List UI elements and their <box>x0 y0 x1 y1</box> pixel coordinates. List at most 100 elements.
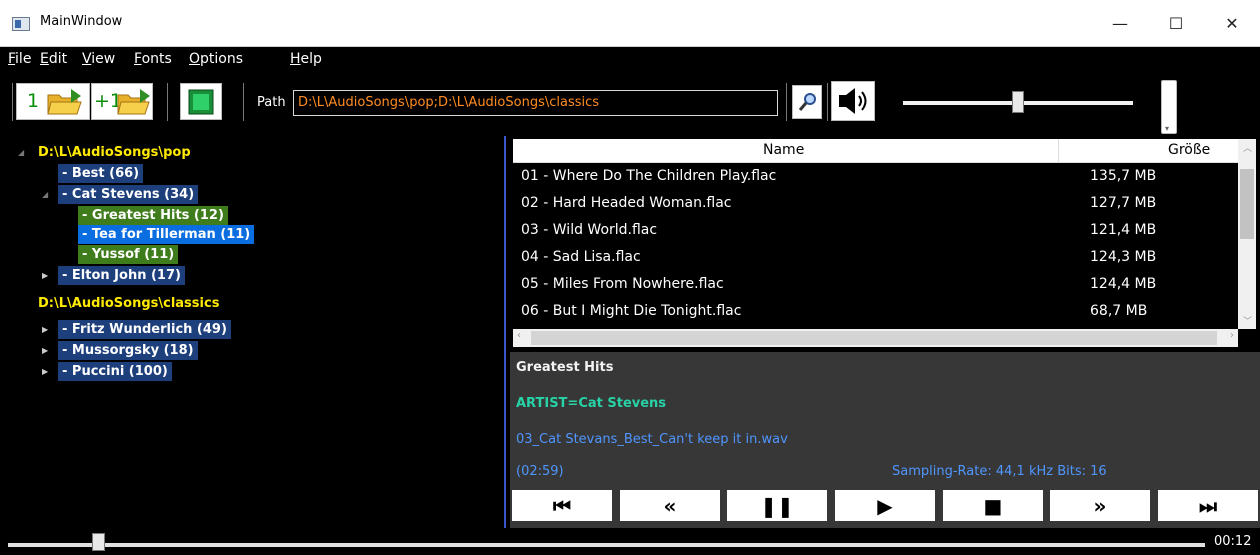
vertical-scrollbar[interactable]: ︿ ﹀ <box>1238 139 1256 329</box>
collapse-arrow-icon[interactable]: ◢ <box>18 148 24 157</box>
maximize-button[interactable]: ☐ <box>1148 0 1204 47</box>
minimize-button[interactable]: — <box>1092 0 1148 47</box>
search-button[interactable] <box>792 85 822 119</box>
chevron-down-icon: ﹀ <box>1243 317 1253 327</box>
tree-root-folder[interactable]: D:\L\AudioSongs\classics <box>34 294 224 313</box>
folder-add-icon <box>117 89 150 115</box>
tree-item[interactable]: - Elton John (17) <box>58 266 185 285</box>
volume-button[interactable] <box>831 81 875 121</box>
folder-open-icon <box>47 89 82 115</box>
expand-arrow-icon[interactable]: ▶ <box>42 325 48 334</box>
expand-arrow-icon[interactable]: ▶ <box>42 367 48 376</box>
tree-item[interactable]: - Greatest Hits (12) <box>78 206 228 225</box>
file-name: 02 - Hard Headed Woman.flac <box>521 195 732 211</box>
toolbar-separator <box>167 83 168 121</box>
position-slider-thumb[interactable] <box>91 533 105 551</box>
chevron-right-icon: › <box>1230 330 1234 341</box>
horizontal-scroll-thumb[interactable] <box>531 331 1217 345</box>
stop-square-button[interactable] <box>180 83 222 120</box>
tree-root-folder[interactable]: D:\L\AudioSongs\pop <box>34 143 195 162</box>
horizontal-scrollbar[interactable]: ‹ › <box>513 329 1238 347</box>
file-list[interactable]: Name Größe 01 - Where Do The Children Pl… <box>513 139 1256 350</box>
volume-slider-thumb[interactable] <box>1012 91 1024 113</box>
speaker-icon <box>839 88 867 114</box>
toolbar-separator <box>12 83 13 121</box>
table-row[interactable]: 04 - Sad Lisa.flac 124,3 MB <box>513 245 1238 272</box>
stop-button[interactable]: ■ <box>943 490 1043 521</box>
column-header-size[interactable]: Größe <box>1168 142 1210 158</box>
toolbar: 1 +1 Path D:\L\AudioSongs\pop;D:\L\Audio… <box>0 75 1260 135</box>
menu-help[interactable]: Help <box>290 51 322 67</box>
level-bar[interactable]: ▾ <box>1161 80 1177 134</box>
position-bar: 00:12 <box>0 528 1260 555</box>
position-slider-track[interactable] <box>8 543 1205 547</box>
path-input[interactable]: D:\L\AudioSongs\pop;D:\L\AudioSongs\clas… <box>293 90 778 116</box>
vertical-scroll-thumb[interactable] <box>1240 169 1254 239</box>
tree-item[interactable]: - Yussof (11) <box>78 245 179 264</box>
window-title: MainWindow <box>40 14 123 29</box>
menu-view[interactable]: View <box>82 51 115 67</box>
artist-tag: ARTIST=Cat Stevens <box>516 396 667 411</box>
file-size: 124,3 MB <box>1090 249 1157 265</box>
tree-item[interactable]: - Fritz Wunderlich (49) <box>58 320 231 339</box>
path-label: Path <box>257 95 286 110</box>
table-row[interactable]: 06 - But I Might Die Tonight.flac 68,7 MB <box>513 299 1238 326</box>
file-name: 01 - Where Do The Children Play.flac <box>521 168 777 184</box>
track-duration: (02:59) <box>516 464 564 479</box>
current-file: 03_Cat Stevans_Best_Can't keep it in.wav <box>516 432 788 447</box>
table-row[interactable]: 02 - Hard Headed Woman.flac 127,7 MB <box>513 191 1238 218</box>
magnifier-icon <box>798 93 816 111</box>
file-list-header: Name Größe <box>513 139 1238 163</box>
chevron-down-icon: ▾ <box>1165 124 1170 133</box>
collapse-arrow-icon[interactable]: ◢ <box>42 190 48 199</box>
elapsed-time: 00:12 <box>1214 534 1252 549</box>
app-icon <box>12 17 30 31</box>
open-count-label: 1 <box>27 90 40 112</box>
chevron-left-icon: ‹ <box>517 330 521 341</box>
tree-item[interactable]: - Best (66) <box>58 164 144 183</box>
fast-forward-button[interactable]: » <box>1050 490 1150 521</box>
title-bar: MainWindow — ☐ ✕ <box>0 0 1260 47</box>
next-track-button[interactable]: ⏭ <box>1158 490 1258 521</box>
close-button[interactable]: ✕ <box>1204 0 1260 47</box>
file-size: 121,4 MB <box>1090 222 1157 238</box>
tree-item[interactable]: - Mussorgsky (18) <box>58 341 198 360</box>
file-size: 127,7 MB <box>1090 195 1157 211</box>
menu-bar: File Edit View Fonts Options Help <box>0 47 1260 75</box>
album-title: Greatest Hits <box>516 360 614 375</box>
folder-tree[interactable]: ◢ D:\L\AudioSongs\pop - Best (66) ◢ - Cat St… <box>10 136 506 548</box>
expand-arrow-icon[interactable]: ▶ <box>42 346 48 355</box>
table-row[interactable]: 05 - Miles From Nowhere.flac 124,4 MB <box>513 272 1238 299</box>
file-name: 06 - But I Might Die Tonight.flac <box>521 303 742 319</box>
tree-item[interactable]: - Cat Stevens (34) <box>58 185 199 204</box>
add-folder-button[interactable]: +1 <box>91 83 153 120</box>
table-row[interactable]: 03 - Wild World.flac 121,4 MB <box>513 218 1238 245</box>
menu-options[interactable]: Options <box>189 51 243 67</box>
menu-file[interactable]: File <box>8 51 31 67</box>
open-folder-button[interactable]: 1 <box>16 83 90 120</box>
file-name: 03 - Wild World.flac <box>521 222 658 238</box>
file-size: 135,7 MB <box>1090 168 1157 184</box>
column-divider[interactable] <box>1058 139 1059 163</box>
play-button[interactable]: ▶ <box>835 490 935 521</box>
previous-track-button[interactable]: ⏮ <box>512 490 612 521</box>
file-size: 68,7 MB <box>1090 303 1148 319</box>
rewind-button[interactable]: « <box>620 490 720 521</box>
file-name: 05 - Miles From Nowhere.flac <box>521 276 724 292</box>
toolbar-separator <box>786 83 787 121</box>
tree-item[interactable]: - Puccini (100) <box>58 362 172 381</box>
column-header-name[interactable]: Name <box>763 142 804 158</box>
toolbar-separator <box>243 83 244 121</box>
tree-item[interactable]: - Tea for Tillerman (11) <box>78 225 255 244</box>
green-square-icon <box>188 89 214 115</box>
menu-edit[interactable]: Edit <box>40 51 67 67</box>
pause-button[interactable]: ❚❚ <box>727 490 827 521</box>
file-name: 04 - Sad Lisa.flac <box>521 249 641 265</box>
table-row[interactable]: 01 - Where Do The Children Play.flac 135,… <box>513 164 1238 191</box>
menu-fonts[interactable]: Fonts <box>134 51 172 67</box>
expand-arrow-icon[interactable]: ▶ <box>42 271 48 280</box>
sampling-info: Sampling-Rate: 44,1 kHz Bits: 16 <box>892 464 1107 479</box>
toolbar-separator <box>827 83 828 121</box>
track-info-panel: Greatest Hits ARTIST=Cat Stevens 03_Cat … <box>510 352 1260 548</box>
file-size: 124,4 MB <box>1090 276 1157 292</box>
